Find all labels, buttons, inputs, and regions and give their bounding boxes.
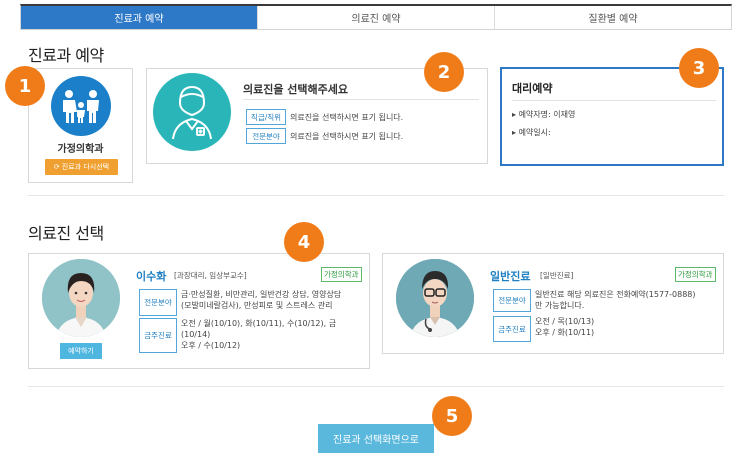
department-tag: 가정의학과 <box>321 267 362 282</box>
marker-3: 3 <box>679 48 719 88</box>
reserver-label: 예약자명: <box>518 110 551 119</box>
divider <box>512 100 716 101</box>
refresh-icon: ⟳ <box>53 163 60 171</box>
proxy-title: 대리예약 <box>512 82 553 95</box>
reserver-row: ▸ 예약자명: 이재영 <box>512 109 575 120</box>
rank-row: 직급/직위 의료진을 선택하시면 표기 됩니다. <box>246 109 403 125</box>
doctor-avatar-icon <box>153 73 231 151</box>
schedule-line: 오전 / 월(10/10), 화(10/11), 수(10/12), 금 <box>181 319 337 328</box>
marker-4: 4 <box>284 222 324 262</box>
doctor-photo <box>396 259 474 337</box>
reselect-department-button[interactable]: ⟳ 진료과 다시선택 <box>45 159 118 175</box>
rank-placeholder: 의료진을 선택하시면 표기 됩니다. <box>290 112 404 122</box>
reserver-name: 이재영 <box>553 110 576 119</box>
date-label: 예약일시: <box>518 128 551 137</box>
reselect-label: 진료과 다시선택 <box>61 163 110 171</box>
triangle-bullet-icon: ▸ <box>512 128 517 137</box>
specialty-row: 전문분야 의료진을 선택하시면 표기 됩니다. <box>246 128 403 144</box>
family-icon <box>51 76 111 136</box>
specialty-placeholder: 의료진을 선택하시면 표기 됩니다. <box>290 131 404 141</box>
schedule-badge: 금주진료 <box>139 318 177 353</box>
doctor-name[interactable]: 이수화 <box>136 268 166 284</box>
section-divider <box>28 386 724 387</box>
specialty-field: 전문분야 금·만성질환, 비만관리, 일반건강 상담, 영양상담 (모발미네랄검… <box>139 289 341 316</box>
marker-5: 5 <box>432 396 472 436</box>
rank-badge: 직급/직위 <box>246 109 286 125</box>
specialty-badge: 전문분야 <box>246 128 286 144</box>
doctor-name[interactable]: 일반진료 <box>490 268 530 284</box>
specialty-line: (모발미네랄검사), 만성피로 및 스트레스 관리 <box>181 301 333 310</box>
schedule-line: 오후 / 수(10/12) <box>181 341 241 350</box>
specialty-badge: 전문분야 <box>493 289 531 312</box>
doctor-card: 예약하기 이수화 [과장대리, 임상부교수] 가정의학과 전문분야 금·만성질환… <box>28 253 370 369</box>
specialty-line: 만 가능합니다. <box>535 301 585 310</box>
marker-1: 1 <box>5 66 45 106</box>
schedule-line: 오후 / 화(10/11) <box>535 328 595 337</box>
schedule-field: 금주진료 오전 / 목(10/13) 오후 / 화(10/11) <box>493 316 594 342</box>
doctor-select-prompt: 의료진을 선택해주세요 <box>243 83 349 96</box>
divider <box>243 99 479 100</box>
department-section-title: 진료과 예약 <box>28 46 104 65</box>
specialty-line: 일반진료 해당 의료진은 전화예약(1577-0888) <box>535 290 696 299</box>
doctor-section-title: 의료진 선택 <box>28 224 104 243</box>
specialty-field: 전문분야 일반진료 해당 의료진은 전화예약(1577-0888) 만 가능합니… <box>493 289 696 312</box>
specialty-badge: 전문분야 <box>139 289 177 316</box>
reserve-button[interactable]: 예약하기 <box>60 343 102 359</box>
schedule-field: 금주진료 오전 / 월(10/10), 화(10/11), 수(10/12), … <box>139 318 336 353</box>
section-divider <box>28 195 724 196</box>
department-name: 가정의학과 <box>57 144 104 155</box>
specialty-line: 금·만성질환, 비만관리, 일반건강 상담, 영양상담 <box>181 290 342 299</box>
schedule-line: 오전 / 목(10/13) <box>535 317 595 326</box>
doctor-photo <box>42 259 120 337</box>
doctor-rank: [과장대리, 임상부교수] <box>174 271 247 280</box>
doctor-card: 일반진료 [일반진료] 가정의학과 전문분야 일반진료 해당 의료진은 전화예약… <box>382 253 724 354</box>
back-to-department-button[interactable]: 진료과 선택화면으로 <box>318 424 434 453</box>
tab-doctor-reservation[interactable]: 의료진 예약 <box>257 6 494 29</box>
schedule-line: (10/14) <box>181 330 211 339</box>
marker-2: 2 <box>424 52 464 92</box>
date-row: ▸ 예약일시: <box>512 127 551 138</box>
triangle-bullet-icon: ▸ <box>512 110 517 119</box>
tab-department-reservation[interactable]: 진료과 예약 <box>21 6 257 29</box>
doctor-rank: [일반진료] <box>540 271 574 280</box>
schedule-badge: 금주진료 <box>493 316 531 342</box>
tab-disease-reservation[interactable]: 질환별 예약 <box>494 6 731 29</box>
reservation-tabs: 진료과 예약 의료진 예약 질환별 예약 <box>20 4 732 30</box>
department-tag: 가정의학과 <box>675 267 716 282</box>
